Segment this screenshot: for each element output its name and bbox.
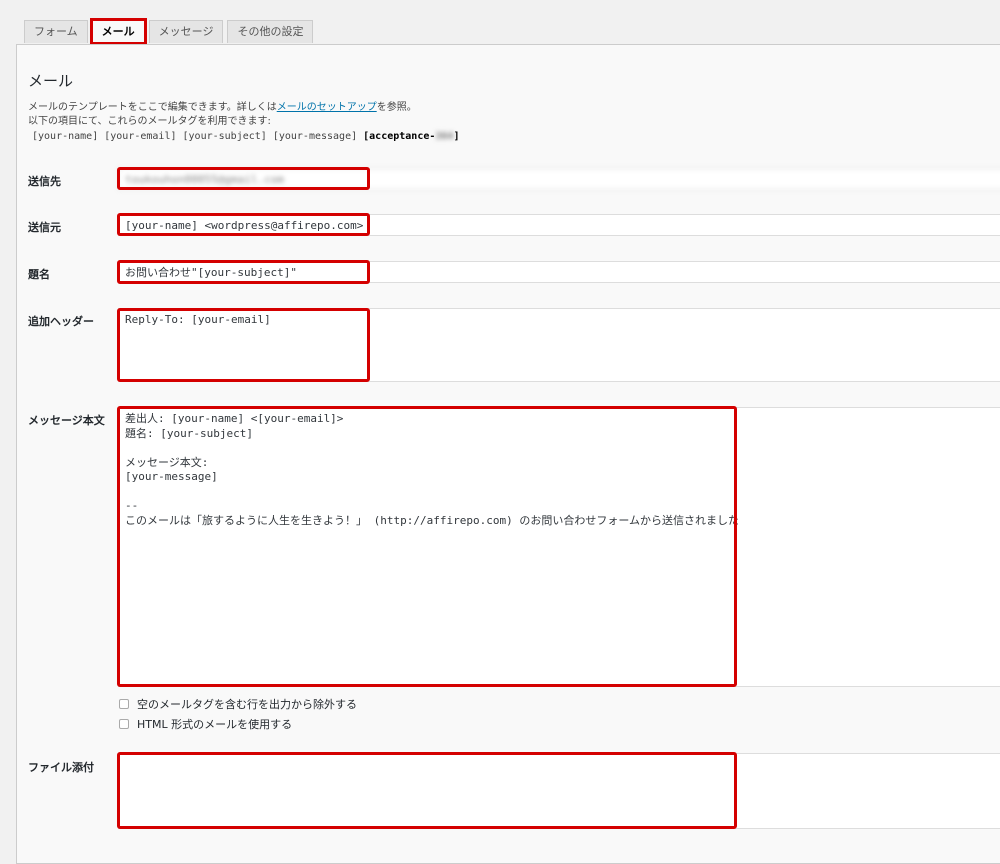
section-title: メール [28,72,74,90]
tab-messages[interactable]: メッセージ [148,20,224,43]
description-text: メールのテンプレートをここで編集できます。詳しくは [28,102,277,113]
description-text-end: を参照。 [376,102,417,113]
section-description: メールのテンプレートをここで編集できます。詳しくはメールのセットアップを参照。 … [28,101,417,129]
to-input[interactable] [118,168,1000,190]
mail-tags: [your-name] [your-email] [your-subject] … [32,131,459,142]
message-body-label: メッセージ本文 [28,414,105,427]
tab-mail[interactable]: メール [89,18,147,45]
description-line-2: 以下の項目にて、これらのメールタグを利用できます: [28,116,271,127]
tab-bar: フォーム メール メッセージ その他の設定 [24,18,314,45]
from-input[interactable] [118,214,1000,236]
mail-setup-link[interactable]: メールのセットアップ [277,102,377,113]
subject-input[interactable] [118,261,1000,283]
additional-headers-textarea[interactable]: Reply-To: [your-email] [118,308,1000,382]
use-html-option[interactable]: HTML 形式のメールを使用する [119,716,292,732]
exclude-blank-label: 空のメールタグを含む行を出力から除外する [137,698,357,711]
acceptance-tag: [acceptance-364] [363,131,460,142]
subject-label: 題名 [28,268,50,281]
mail-tags-list: [your-name] [your-email] [your-subject] … [32,131,358,142]
file-attachments-textarea[interactable] [118,753,1000,829]
from-label: 送信元 [28,221,61,234]
exclude-blank-checkbox[interactable] [119,699,129,709]
file-attachments-label: ファイル添付 [28,761,94,774]
use-html-label: HTML 形式のメールを使用する [137,718,293,731]
use-html-checkbox[interactable] [119,719,129,729]
additional-headers-label: 追加ヘッダー [28,315,94,328]
exclude-blank-option[interactable]: 空のメールタグを含む行を出力から除外する [119,696,357,712]
to-label: 送信先 [28,175,61,188]
tab-form[interactable]: フォーム [24,20,88,43]
tab-additional-settings[interactable]: その他の設定 [227,20,314,43]
message-body-textarea[interactable]: 差出人: [your-name] <[your-email]> 題名: [you… [118,407,1000,687]
